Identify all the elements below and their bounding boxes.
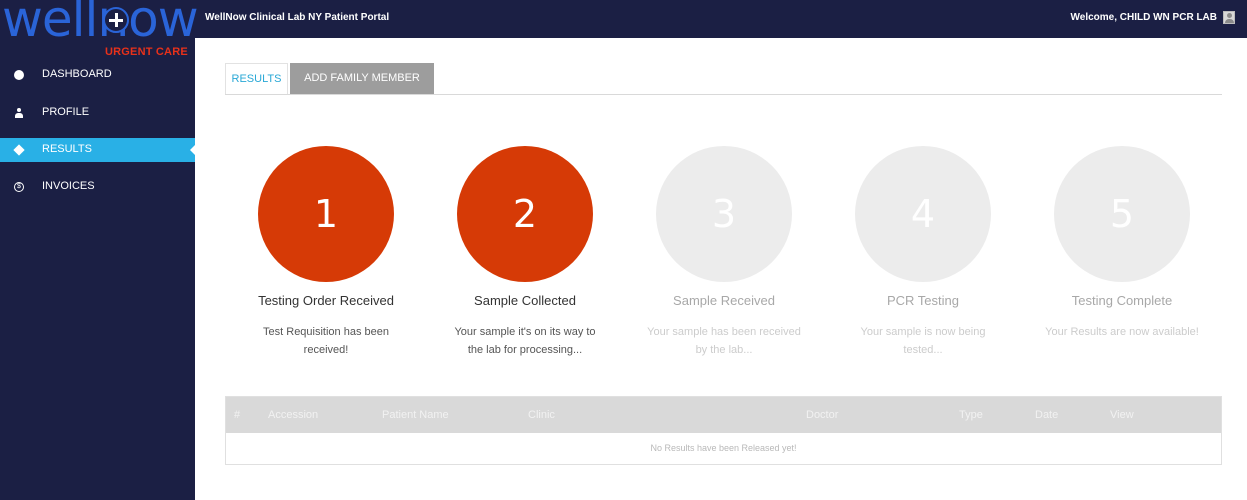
tab-add-family-member[interactable]: ADD FAMILY MEMBER [290,63,434,94]
dollar-icon: $ [14,182,24,192]
step-title: Testing Order Received [258,293,394,308]
step-number-circle: 2 [457,146,593,282]
sidebar-item-label: DASHBOARD [42,68,112,80]
welcome-user-link[interactable]: Welcome, CHILD WN PCR LAB [1071,12,1218,23]
step-title: Testing Complete [1071,293,1173,308]
step-number-circle: 3 [656,146,792,282]
step-description: Your sample is now being tested... [860,326,986,356]
column-header-number[interactable]: # [234,409,240,421]
sidebar-item-label: INVOICES [42,180,95,192]
step-title: Sample Collected [474,293,576,308]
portal-title: WellNow Clinical Lab NY Patient Portal [205,12,390,23]
step-title: PCR Testing [886,293,959,308]
results-table: # Accession Patient Name Clinic Doctor T… [225,396,1222,465]
step-number-circle: 5 [1054,146,1190,282]
step-number-circle: 4 [855,146,991,282]
column-header-clinic[interactable]: Clinic [528,409,555,421]
logo-subbrand-text: URGENT CARE [105,46,188,58]
sidebar-item-label: PROFILE [42,106,90,118]
results-tabs: RESULTS ADD FAMILY MEMBER [225,63,1222,95]
user-avatar-icon[interactable] [1223,11,1235,24]
step-description: Your sample it's on its way to the lab f… [454,326,596,356]
logo-brand-text: wellnow [2,0,199,48]
sidebar-item-profile[interactable]: PROFILE [0,101,195,125]
column-header-view[interactable]: View [1110,409,1134,421]
column-header-date[interactable]: Date [1035,409,1058,421]
step-description: Your sample has been received by the lab… [647,326,801,356]
wellnow-logo[interactable]: wellnow URGENT CARE [0,0,200,62]
results-table-header: # Accession Patient Name Clinic Doctor T… [226,397,1221,433]
medical-cross-icon [103,7,129,33]
empty-results-message: No Results have been Released yet! [650,443,797,453]
patient-portal-page: WellNow Clinical Lab NY Patient Portal W… [0,0,1247,500]
column-header-doctor[interactable]: Doctor [806,409,838,421]
step-description: Test Requisition has been received! [263,326,389,356]
sidebar: wellnow URGENT CARE DASHBOARD PROFILE RE… [0,0,199,500]
column-header-patient-name[interactable]: Patient Name [382,409,449,421]
sidebar-item-dashboard[interactable]: DASHBOARD [0,63,195,87]
step-description: Your Results are now available! [1045,326,1199,338]
step-title: Sample Received [673,293,775,308]
sidebar-item-label: RESULTS [42,143,92,155]
step-number-circle: 1 [258,146,394,282]
sidebar-item-invoices[interactable]: $ INVOICES [0,175,195,199]
column-header-accession[interactable]: Accession [268,409,318,421]
profile-icon [14,108,24,118]
column-header-type[interactable]: Type [959,409,983,421]
tab-results[interactable]: RESULTS [225,63,288,94]
tag-icon [13,144,25,156]
sidebar-item-results[interactable]: RESULTS [0,138,196,162]
dashboard-icon [14,70,24,80]
